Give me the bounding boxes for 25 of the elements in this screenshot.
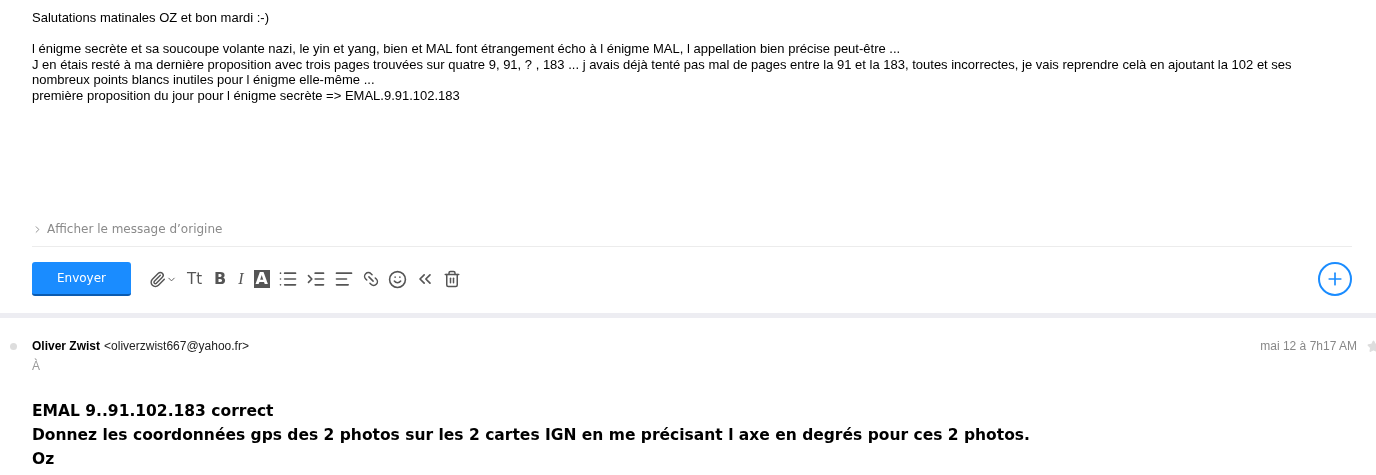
message-line: Donnez les coordonnées gps des 2 photos sur les 2 cartes IGN en me précisant l axe en degrés pour ces 2 photos. <box>32 425 1031 446</box>
message-line: première proposition du jour pour l énigme secrète => EMAL.9.91.102.183 <box>32 87 461 103</box>
bullet-list-icon[interactable] <box>277 269 298 289</box>
message-line: Oz <box>32 449 56 470</box>
show-original-link[interactable]: Afficher le message d’origine <box>32 222 223 236</box>
sender-name: Oliver Zwist <box>32 339 101 353</box>
trash-icon[interactable] <box>442 270 461 288</box>
message-line: l énigme secrète et sa soucoupe volante nazi, le yin et yang, bien et MAL font étrangement écho à l énigme MAL, l appellation bien précise peut-être ... <box>32 41 902 57</box>
message-line: J en étais resté à ma dernière proposition avec trois pages trouvées sur quatre 9, 91, ? , 183 ... j avais déjà tenté pas mal de pages entre la 91 et la 183, toutes incorrectes, je vais reprendre celà en ajoutant la 102 et ses nombreux points blancs inutiles pour l énigme elle-même ... <box>32 56 1293 88</box>
link-icon[interactable] <box>361 270 380 288</box>
message-line: EMAL 9..91.102.183 correct <box>32 401 275 422</box>
font-size-tool[interactable]: Tt <box>185 270 205 288</box>
recipient-label: À <box>32 359 41 373</box>
attach-icon[interactable] <box>149 270 177 288</box>
align-left-icon[interactable] <box>333 269 354 289</box>
star-icon[interactable] <box>1367 339 1376 353</box>
greeting-line: Salutations matinales OZ et bon mardi :-) <box>32 10 270 26</box>
message-date: mai 12 à 7h17 AM <box>1260 339 1357 353</box>
bold-tool[interactable]: B <box>212 270 229 288</box>
add-button[interactable] <box>1318 262 1352 296</box>
highlight-tool[interactable]: A <box>253 270 270 288</box>
emoji-icon[interactable] <box>387 269 407 289</box>
italic-tool[interactable]: I <box>236 270 246 288</box>
indent-icon[interactable] <box>305 269 326 289</box>
sender-email: <oliverzwist667@yahoo.fr> <box>104 339 249 353</box>
